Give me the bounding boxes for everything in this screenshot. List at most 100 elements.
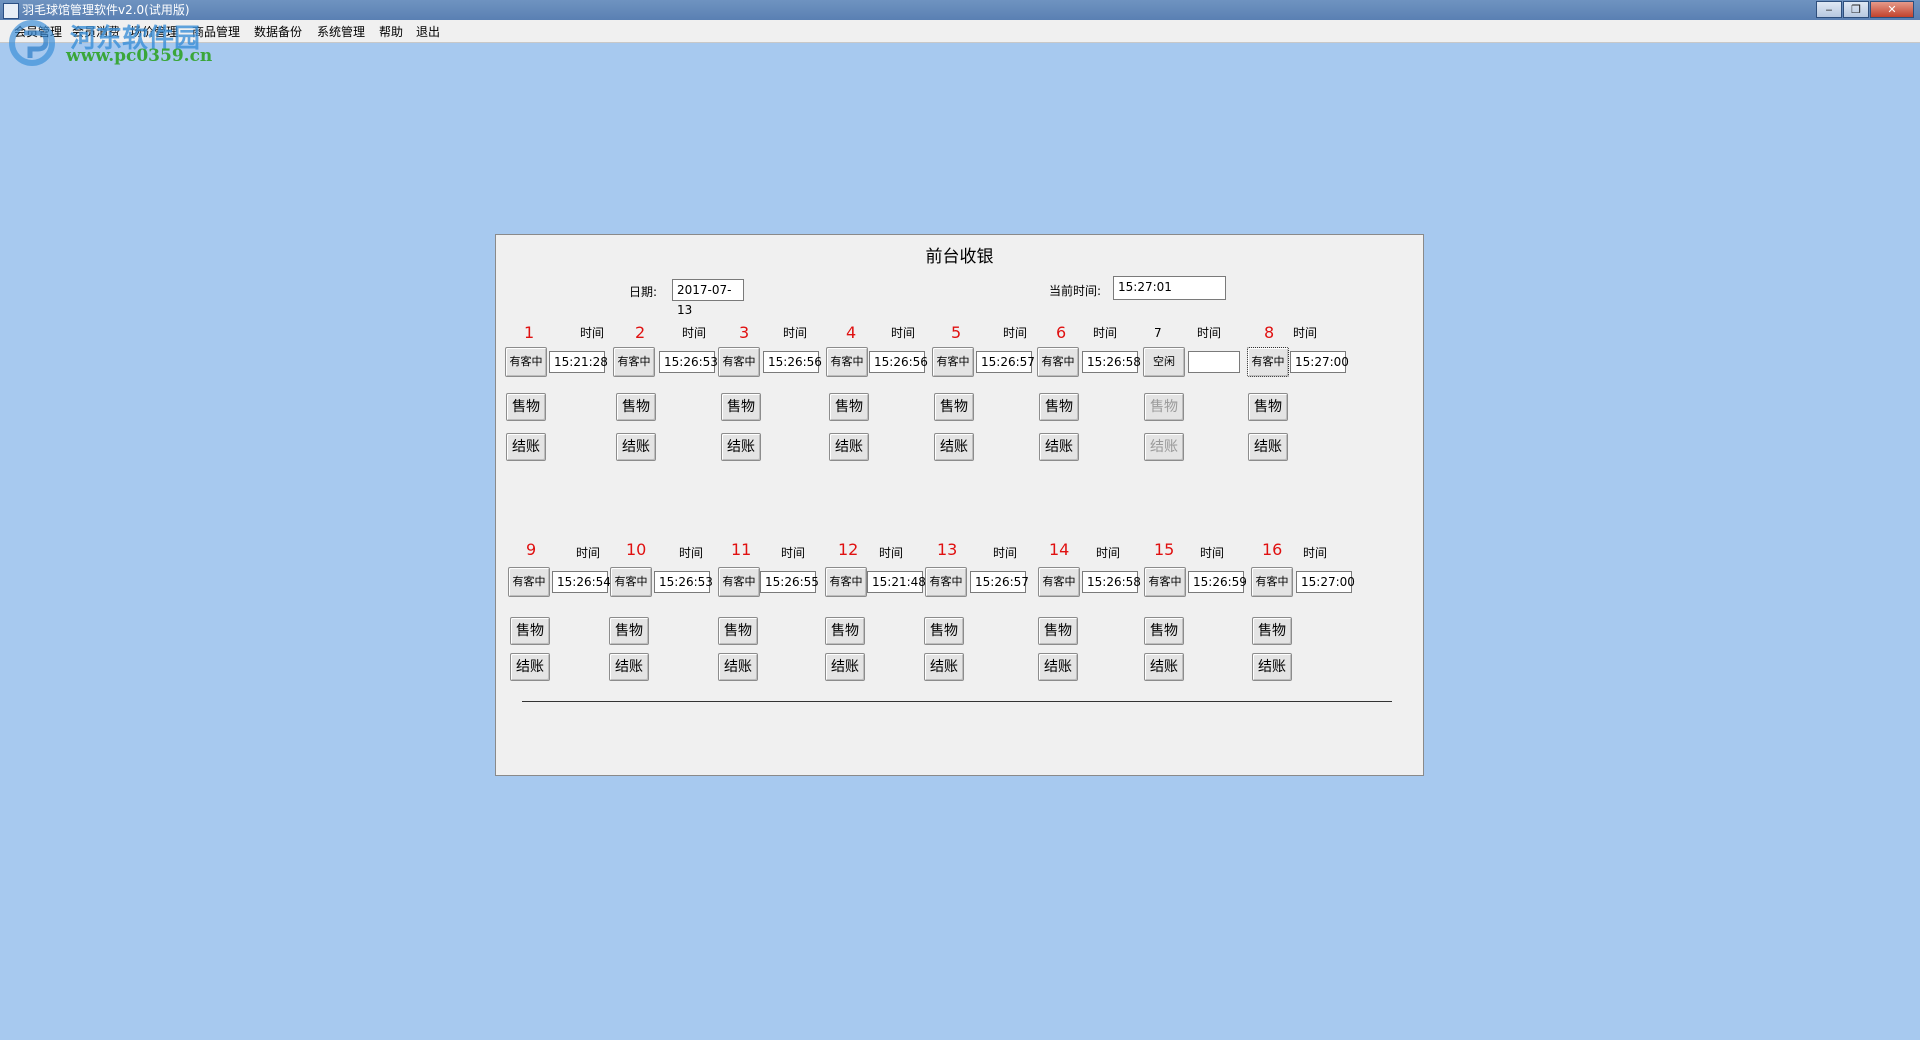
court-sell-button-9[interactable]: 售物 (510, 617, 550, 645)
court-start-time-field-14[interactable]: 15:26:58 (1082, 571, 1141, 593)
court-status-button-6[interactable]: 有客中 (1037, 347, 1079, 377)
court-start-time-field-7[interactable] (1188, 351, 1240, 373)
court-number-13: 13 (937, 540, 958, 559)
court-time-label-6: 时间 (1093, 326, 1118, 340)
window-title: 羽毛球馆管理软件v2.0(试用版) (22, 3, 190, 17)
court-sell-button-14[interactable]: 售物 (1038, 617, 1078, 645)
front-desk-panel: 前台收银 日期: 2017-07-13 当前时间: 15:27:01 1 时间 有客… (495, 234, 1424, 776)
court-time-label-14: 时间 (1096, 546, 1121, 560)
court-checkout-button-14[interactable]: 结账 (1038, 653, 1078, 681)
court-start-time-field-8[interactable]: 15:27:00 (1290, 351, 1349, 373)
court-status-button-4[interactable]: 有客中 (826, 347, 868, 377)
court-checkout-button-16[interactable]: 结账 (1252, 653, 1292, 681)
maximize-button[interactable]: ❐ (1843, 1, 1869, 18)
court-checkout-button-7[interactable]: 结账 (1144, 433, 1184, 461)
court-checkout-button-5[interactable]: 结账 (934, 433, 974, 461)
menu-help[interactable]: 帮助 (379, 23, 403, 40)
watermark-logo-icon (9, 20, 55, 66)
court-sell-button-3[interactable]: 售物 (721, 393, 761, 421)
court-start-time-field-11[interactable]: 15:26:55 (760, 571, 819, 593)
court-sell-button-13[interactable]: 售物 (924, 617, 964, 645)
menu-system-management[interactable]: 系统管理 (317, 23, 365, 40)
court-time-label-10: 时间 (679, 546, 704, 560)
court-status-button-9[interactable]: 有客中 (508, 567, 550, 597)
app-icon (3, 3, 19, 19)
court-sell-button-2[interactable]: 售物 (616, 393, 656, 421)
panel-title: 前台收银 (925, 247, 994, 267)
court-status-button-15[interactable]: 有客中 (1144, 567, 1186, 597)
menu-exit[interactable]: 退出 (416, 23, 440, 40)
court-sell-button-5[interactable]: 售物 (934, 393, 974, 421)
court-sell-button-11[interactable]: 售物 (718, 617, 758, 645)
court-start-time-field-4[interactable]: 15:26:56 (869, 351, 928, 373)
court-status-button-1[interactable]: 有客中 (505, 347, 547, 377)
court-status-button-16[interactable]: 有客中 (1251, 567, 1293, 597)
court-number-16: 16 (1262, 540, 1283, 559)
date-label: 日期: (629, 285, 658, 299)
court-time-label-9: 时间 (576, 546, 601, 560)
court-start-time-field-1[interactable]: 15:21:28 (549, 351, 608, 373)
court-number-1: 1 (524, 323, 535, 342)
date-field[interactable]: 2017-07-13 (672, 279, 744, 317)
court-start-time-field-16[interactable]: 15:27:00 (1296, 571, 1355, 593)
court-status-button-2[interactable]: 有客中 (613, 347, 655, 377)
court-sell-button-6[interactable]: 售物 (1039, 393, 1079, 421)
court-checkout-button-13[interactable]: 结账 (924, 653, 964, 681)
court-checkout-button-2[interactable]: 结账 (616, 433, 656, 461)
court-start-time-field-5[interactable]: 15:26:57 (976, 351, 1035, 373)
court-number-3: 3 (739, 323, 750, 342)
court-sell-button-12[interactable]: 售物 (825, 617, 865, 645)
court-sell-button-15[interactable]: 售物 (1144, 617, 1184, 645)
court-checkout-button-1[interactable]: 结账 (506, 433, 546, 461)
court-checkout-button-15[interactable]: 结账 (1144, 653, 1184, 681)
court-status-button-5[interactable]: 有客中 (932, 347, 974, 377)
court-number-14: 14 (1049, 540, 1070, 559)
court-status-button-7[interactable]: 空闲 (1143, 347, 1185, 377)
court-start-time-field-3[interactable]: 15:26:56 (763, 351, 822, 373)
close-button[interactable]: ✕ (1870, 1, 1914, 18)
menu-data-backup[interactable]: 数据备份 (254, 23, 302, 40)
court-status-button-13[interactable]: 有客中 (925, 567, 967, 597)
court-sell-button-16[interactable]: 售物 (1252, 617, 1292, 645)
current-time-field[interactable]: 15:27:01 (1113, 276, 1226, 300)
court-sell-button-1[interactable]: 售物 (506, 393, 546, 421)
court-number-4: 4 (846, 323, 857, 342)
court-checkout-button-3[interactable]: 结账 (721, 433, 761, 461)
court-start-time-field-15[interactable]: 15:26:59 (1188, 571, 1247, 593)
court-number-6: 6 (1056, 323, 1067, 342)
court-checkout-button-11[interactable]: 结账 (718, 653, 758, 681)
court-time-label-12: 时间 (879, 546, 904, 560)
court-start-time-field-6[interactable]: 15:26:58 (1082, 351, 1141, 373)
court-status-button-10[interactable]: 有客中 (610, 567, 652, 597)
court-time-label-15: 时间 (1200, 546, 1225, 560)
court-number-10: 10 (626, 540, 647, 559)
court-checkout-button-9[interactable]: 结账 (510, 653, 550, 681)
court-start-time-field-2[interactable]: 15:26:53 (659, 351, 718, 373)
court-status-button-12[interactable]: 有客中 (825, 567, 867, 597)
court-time-label-5: 时间 (1003, 326, 1028, 340)
court-status-button-11[interactable]: 有客中 (718, 567, 760, 597)
court-checkout-button-4[interactable]: 结账 (829, 433, 869, 461)
court-start-time-field-10[interactable]: 15:26:53 (654, 571, 713, 593)
court-time-label-2: 时间 (682, 326, 707, 340)
court-time-label-7: 时间 (1197, 326, 1222, 340)
court-status-button-14[interactable]: 有客中 (1038, 567, 1080, 597)
court-start-time-field-12[interactable]: 15:21:48 (867, 571, 926, 593)
court-checkout-button-6[interactable]: 结账 (1039, 433, 1079, 461)
court-sell-button-8[interactable]: 售物 (1248, 393, 1288, 421)
court-sell-button-7[interactable]: 售物 (1144, 393, 1184, 421)
court-time-label-3: 时间 (783, 326, 808, 340)
minimize-button[interactable]: ‒ (1816, 1, 1842, 18)
menu-bar: 会员管理 会员消费 场价管理 商品管理 数据备份 系统管理 帮助 退出 (0, 20, 1920, 43)
court-sell-button-10[interactable]: 售物 (609, 617, 649, 645)
court-status-button-8[interactable]: 有客中 (1247, 347, 1289, 377)
court-checkout-button-12[interactable]: 结账 (825, 653, 865, 681)
court-start-time-field-9[interactable]: 15:26:54 (552, 571, 611, 593)
court-start-time-field-13[interactable]: 15:26:57 (970, 571, 1029, 593)
court-number-15: 15 (1154, 540, 1175, 559)
court-checkout-button-8[interactable]: 结账 (1248, 433, 1288, 461)
court-checkout-button-10[interactable]: 结账 (609, 653, 649, 681)
court-sell-button-4[interactable]: 售物 (829, 393, 869, 421)
title-bar: 羽毛球馆管理软件v2.0(试用版) ‒ ❐ ✕ (0, 0, 1920, 20)
court-status-button-3[interactable]: 有客中 (718, 347, 760, 377)
